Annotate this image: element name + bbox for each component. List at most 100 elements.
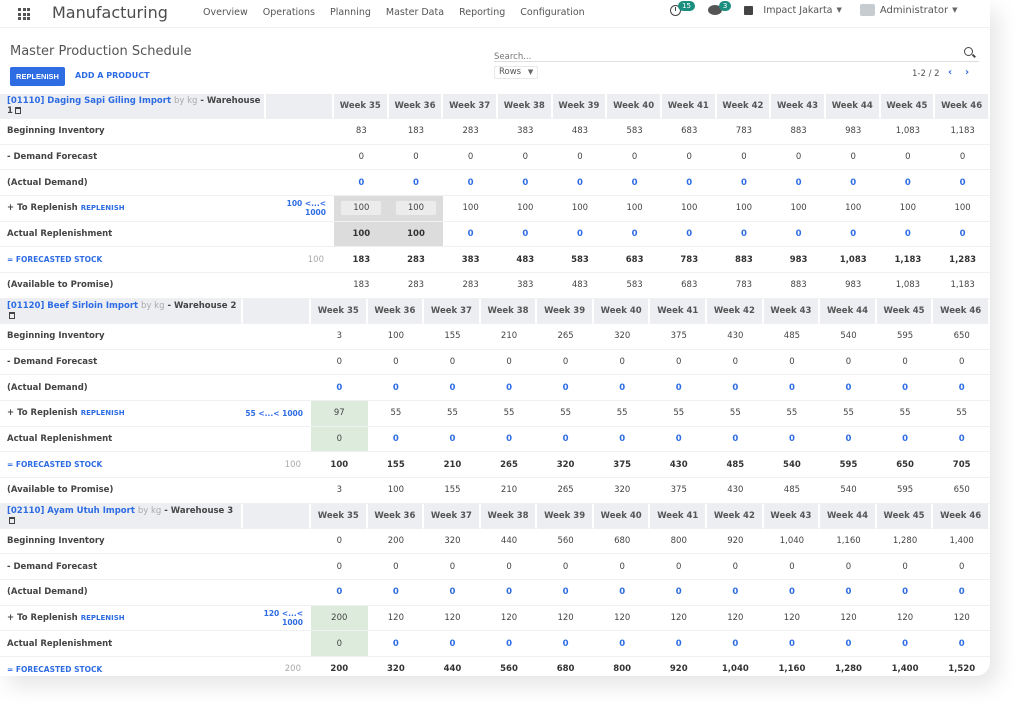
week-cell[interactable]: 0 [763, 375, 821, 401]
week-cell[interactable]: 0 [933, 375, 990, 401]
week-cell[interactable]: 0 [537, 580, 594, 606]
replenish-cell[interactable]: 100 [334, 196, 389, 222]
week-cell[interactable]: 120 [367, 606, 425, 632]
week-cell[interactable]: 0 [480, 631, 538, 658]
week-cell[interactable]: 0 [650, 631, 708, 658]
week-cell[interactable]: 0 [820, 427, 877, 453]
week-cell[interactable]: 55 [820, 401, 877, 427]
week-cell[interactable]: 120 [820, 606, 877, 632]
week-cell[interactable]: 0 [763, 580, 821, 606]
week-cell[interactable]: 120 [537, 606, 594, 632]
week-cell[interactable]: 0 [593, 631, 651, 658]
menu-planning[interactable]: Planning [330, 7, 371, 18]
week-cell[interactable]: 0 [825, 170, 881, 197]
week-cell[interactable]: 0 [716, 222, 772, 248]
week-cell[interactable]: 0 [876, 427, 934, 453]
week-cell[interactable]: 55 [537, 401, 594, 427]
week-cell[interactable]: 0 [650, 375, 708, 401]
week-cell[interactable]: 0 [607, 170, 662, 197]
week-cell[interactable]: 200 [311, 605, 368, 632]
menu-reporting[interactable]: Reporting [459, 7, 505, 18]
week-cell[interactable]: 0 [876, 631, 934, 658]
week-cell[interactable]: 0 [707, 631, 764, 658]
week-cell[interactable]: 0 [933, 427, 990, 453]
week-cell[interactable]: 0 [424, 580, 481, 606]
week-cell[interactable]: 0 [593, 580, 651, 606]
week-cell[interactable]: 0 [480, 580, 538, 606]
week-cell[interactable]: 0 [763, 631, 821, 658]
week-cell[interactable]: 55 [367, 401, 425, 427]
rows-dropdown[interactable]: Rows ▼ [494, 66, 539, 79]
week-cell[interactable]: 55 [593, 401, 651, 427]
week-cell[interactable]: 0 [707, 580, 764, 606]
week-cell[interactable]: 100 [443, 196, 498, 222]
week-cell[interactable]: 0 [707, 427, 764, 453]
replenish-input[interactable]: 100 [341, 201, 382, 216]
replenish-input[interactable]: 100 [395, 201, 436, 216]
week-cell[interactable]: 0 [537, 427, 594, 453]
menu-overview[interactable]: Overview [203, 7, 248, 18]
week-cell[interactable]: 97 [311, 400, 368, 427]
user-caret-icon[interactable]: ▼ [952, 6, 957, 14]
pager-previous-icon[interactable]: ‹ [948, 67, 952, 78]
week-cell[interactable]: 0 [820, 631, 877, 658]
week-cell[interactable]: 0 [311, 631, 368, 658]
week-cell[interactable]: 55 [763, 401, 821, 427]
trash-icon[interactable] [9, 516, 15, 524]
week-cell[interactable]: 100 [497, 196, 553, 222]
week-cell[interactable]: 120 [707, 606, 764, 632]
week-cell[interactable]: 0 [771, 170, 826, 197]
week-cell[interactable]: 0 [716, 170, 772, 197]
week-cell[interactable]: 55 [650, 401, 708, 427]
week-cell[interactable]: 0 [367, 375, 425, 401]
week-cell[interactable]: 0 [443, 222, 498, 248]
week-cell[interactable]: 0 [367, 427, 425, 453]
week-cell[interactable]: 120 [876, 606, 934, 632]
week-cell[interactable]: 100 [935, 196, 990, 222]
week-cell[interactable]: 0 [497, 222, 553, 248]
week-cell[interactable]: 0 [661, 222, 717, 248]
week-cell[interactable]: 100 [880, 196, 936, 222]
week-cell[interactable]: 100 [771, 196, 826, 222]
safety-range-link[interactable]: 120 <...< 1000 [243, 606, 311, 632]
week-cell[interactable]: 0 [367, 631, 425, 658]
product-link[interactable]: [01120] Beef Sirloin Import [7, 301, 138, 311]
week-cell[interactable]: 0 [552, 170, 608, 197]
trash-icon[interactable] [9, 311, 15, 319]
week-cell[interactable]: 0 [537, 375, 594, 401]
week-cell[interactable]: 0 [933, 631, 990, 658]
week-cell[interactable]: 0 [771, 222, 826, 248]
week-cell[interactable]: 0 [825, 222, 881, 248]
week-cell[interactable]: 0 [661, 170, 717, 197]
week-cell[interactable]: 55 [707, 401, 764, 427]
week-cell[interactable]: 0 [876, 580, 934, 606]
week-cell[interactable]: 0 [935, 170, 990, 197]
week-cell[interactable]: 120 [763, 606, 821, 632]
week-cell[interactable]: 0 [552, 222, 608, 248]
product-link[interactable]: [02110] Ayam Utuh Import [7, 506, 135, 516]
week-cell[interactable]: 0 [311, 375, 368, 401]
safety-range-link[interactable]: 100 <...< 1000 [266, 196, 334, 222]
gift-icon[interactable] [744, 5, 754, 15]
week-cell[interactable]: 55 [933, 401, 990, 427]
menu-master-data[interactable]: Master Data [386, 7, 444, 18]
menu-configuration[interactable]: Configuration [520, 7, 584, 18]
safety-range-link[interactable]: 55 <...< 1000 [243, 401, 311, 427]
week-cell[interactable]: 0 [497, 170, 553, 197]
week-cell[interactable]: 0 [607, 222, 662, 248]
search-icon[interactable] [964, 47, 973, 56]
week-cell[interactable]: 0 [367, 580, 425, 606]
week-cell[interactable]: 120 [933, 606, 990, 632]
week-cell[interactable]: 100 [334, 221, 389, 248]
week-cell[interactable]: 0 [880, 170, 936, 197]
week-cell[interactable]: 55 [424, 401, 481, 427]
week-cell[interactable]: 0 [424, 375, 481, 401]
week-cell[interactable]: 0 [593, 427, 651, 453]
week-cell[interactable]: 0 [443, 170, 498, 197]
week-cell[interactable]: 0 [480, 427, 538, 453]
apps-menu-icon[interactable] [18, 8, 31, 20]
week-cell[interactable]: 0 [650, 580, 708, 606]
week-cell[interactable]: 0 [424, 427, 481, 453]
week-cell[interactable]: 100 [661, 196, 717, 222]
week-cell[interactable]: 0 [707, 375, 764, 401]
